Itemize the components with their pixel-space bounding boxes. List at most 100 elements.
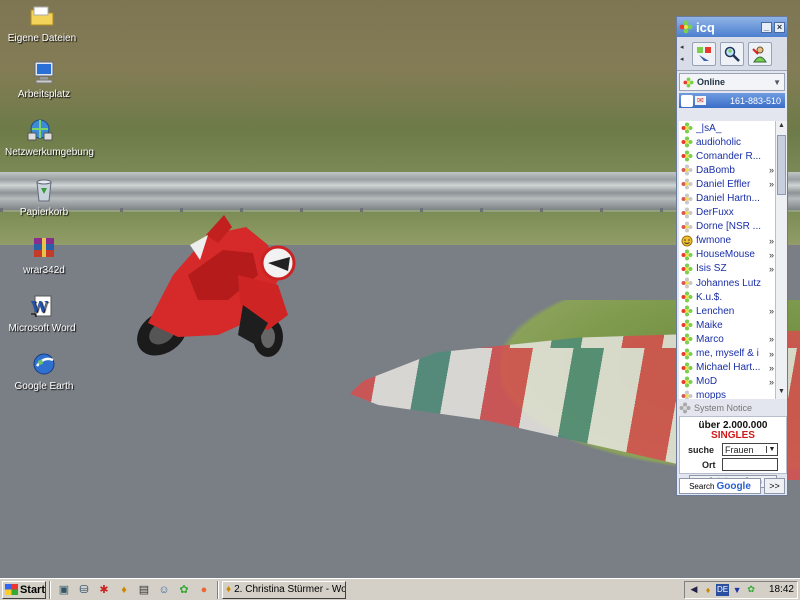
- toolbar-scroll-arrows-icon[interactable]: ◂ ◂: [680, 42, 688, 66]
- contact-list-item[interactable]: Maike: [679, 318, 775, 332]
- contact-name: Comander R...: [696, 150, 762, 162]
- status-dropdown[interactable]: Online ▼: [679, 73, 785, 91]
- contact-list-item[interactable]: Dorne [NSR ...: [679, 220, 775, 234]
- desktop-icon-label: Microsoft Word: [8, 323, 76, 334]
- quicklaunch-network-icon[interactable]: ⛁: [76, 582, 92, 598]
- tray-language-indicator[interactable]: DE: [716, 583, 730, 596]
- icq-flower-status-icon: [681, 277, 694, 289]
- icq-services-button[interactable]: [692, 41, 716, 66]
- contact-list: _|sA_ audioholic Comander R... DaBomb» Danie…: [679, 121, 775, 399]
- quicklaunch-show-desktop-icon[interactable]: ▣: [56, 582, 72, 598]
- contact-list-item[interactable]: _|sA_: [679, 121, 775, 135]
- contact-list-item[interactable]: audioholic: [679, 135, 775, 149]
- contact-list-item[interactable]: Comander R...: [679, 149, 775, 163]
- contact-name: HouseMouse: [696, 249, 755, 261]
- contact-list-item[interactable]: DaBomb»: [679, 163, 775, 177]
- google-search-box[interactable]: Search Google: [679, 478, 761, 494]
- contact-list-item[interactable]: fwmone»: [679, 234, 775, 248]
- icq-flower-status-icon: [681, 362, 694, 374]
- contact-list-item[interactable]: Daniel Effler»: [679, 177, 775, 191]
- icq-contact-list-window: icq _ × ◂ ◂ Online ▼ ✉ 161-883-510 _|sA_…: [676, 16, 788, 496]
- contact-list-item[interactable]: Johannes Lutz: [679, 276, 775, 290]
- ad-search-label: suche: [688, 444, 715, 455]
- quicklaunch-image-icon[interactable]: ▤: [136, 582, 152, 598]
- icq-flower-status-icon: [681, 319, 694, 331]
- computer-icon: [31, 60, 57, 86]
- google-search-label: Search: [689, 481, 715, 491]
- avatar: [681, 94, 693, 107]
- quicklaunch-icq-icon[interactable]: ✿: [176, 582, 192, 598]
- tray-icq-icon[interactable]: ✿: [745, 584, 757, 596]
- google-search-go-button[interactable]: >>: [764, 478, 785, 494]
- recycle-bin-icon: [31, 178, 57, 204]
- services-icon: [697, 46, 711, 61]
- folder-icon: [29, 4, 55, 30]
- contact-list-item[interactable]: MoD»: [679, 375, 775, 389]
- contact-name: Johannes Lutz: [696, 277, 762, 289]
- icq-flower-status-icon: [681, 249, 694, 261]
- user-settings-icon: [752, 46, 767, 62]
- google-logo: Google: [716, 480, 751, 492]
- desktop-icon-netzwerkumgebung[interactable]: Netzwerkumgebung: [4, 118, 94, 158]
- contact-list-item[interactable]: HouseMouse»: [679, 248, 775, 262]
- contact-list-item[interactable]: Lenchen»: [679, 304, 775, 318]
- icq-flower-status-icon: [681, 291, 694, 303]
- contact-list-item[interactable]: Daniel Hartn...: [679, 191, 775, 205]
- desktop-icon-microsoft-word[interactable]: W Microsoft Word: [6, 294, 78, 334]
- minimize-button[interactable]: _: [761, 21, 772, 33]
- icq-settings-button[interactable]: [748, 41, 772, 66]
- system-tray: ◀ ♦ DE ▼ ✿ 18:42: [684, 580, 798, 599]
- contact-name: Lenchen: [696, 305, 735, 317]
- desktop-icon-wrar342d[interactable]: wrar342d: [8, 236, 80, 276]
- contact-list-item[interactable]: Michael Hart...»: [679, 361, 775, 375]
- ad-location-label: Ort: [702, 459, 716, 470]
- quicklaunch-messenger-icon[interactable]: ☺: [156, 582, 172, 598]
- singles-ad-banner[interactable]: über 2.000.000 SINGLES suche Frauen ▼ Or…: [679, 416, 787, 488]
- clock[interactable]: 18:42: [769, 584, 794, 595]
- contact-name: Marco: [696, 333, 724, 345]
- contact-list-item[interactable]: mopps: [679, 389, 775, 399]
- svg-text:W: W: [30, 298, 49, 316]
- icq-flower-status-icon: [681, 178, 694, 190]
- tray-speaker-icon[interactable]: ◀: [688, 584, 700, 596]
- scroll-up-icon[interactable]: ▲: [777, 122, 786, 132]
- ad-location-row: Ort: [680, 458, 786, 471]
- own-uin-bar[interactable]: ✉ 161-883-510: [679, 93, 785, 108]
- ad-search-select[interactable]: Frauen ▼: [722, 443, 778, 456]
- close-button[interactable]: ×: [774, 21, 785, 33]
- contact-list-item[interactable]: K.u.$.: [679, 290, 775, 304]
- scroll-down-icon[interactable]: ▼: [777, 388, 786, 398]
- contact-name: me, myself & i: [696, 348, 759, 360]
- mail-icon: ✉: [695, 96, 706, 105]
- quicklaunch-media-icon[interactable]: ♦: [116, 582, 132, 598]
- ad-location-input[interactable]: [722, 458, 778, 471]
- contact-list-item[interactable]: DerFuxx: [679, 206, 775, 220]
- icq-flower-status-icon: [681, 263, 694, 275]
- contact-name: DaBomb: [696, 164, 735, 176]
- contact-list-scrollbar[interactable]: ▲ ▼: [775, 121, 787, 399]
- desktop-icon-label: Netzwerkumgebung: [5, 147, 94, 158]
- contact-list-item[interactable]: Isis SZ»: [679, 262, 775, 276]
- desktop-icon-google-earth[interactable]: Google Earth: [8, 352, 80, 392]
- icq-title-bar[interactable]: icq _ ×: [677, 17, 787, 37]
- contact-list-item[interactable]: me, myself & i»: [679, 347, 775, 361]
- find-user-button[interactable]: [720, 41, 744, 66]
- ad-search-value: Frauen: [725, 444, 754, 455]
- chevron-down-icon: ▼: [773, 77, 781, 87]
- tray-media-icon[interactable]: ♦: [702, 584, 714, 596]
- icq-flower-status-icon: [681, 193, 694, 205]
- system-notice[interactable]: System Notice: [679, 401, 787, 415]
- desktop-icon-eigene-dateien[interactable]: Eigene Dateien: [6, 4, 78, 44]
- desktop-icon-papierkorb[interactable]: Papierkorb: [8, 178, 80, 218]
- contact-name: Dorne [NSR ...: [696, 221, 762, 233]
- quicklaunch-firefox-icon[interactable]: ●: [196, 582, 212, 598]
- task-button-label: 2. Christina Stürmer - Wo...: [234, 584, 346, 595]
- start-button[interactable]: Start: [2, 580, 46, 599]
- desktop-icon-arbeitsplatz[interactable]: Arbeitsplatz: [8, 60, 80, 100]
- tray-antivirus-icon[interactable]: ▼: [731, 584, 743, 596]
- quicklaunch-tool-icon[interactable]: ✱: [96, 582, 112, 598]
- scrollbar-thumb[interactable]: [777, 135, 786, 195]
- contact-list-item[interactable]: Marco»: [679, 332, 775, 346]
- icq-flower-status-icon: [681, 221, 694, 233]
- task-button-media-player[interactable]: ♦ 2. Christina Stürmer - Wo...: [222, 580, 346, 599]
